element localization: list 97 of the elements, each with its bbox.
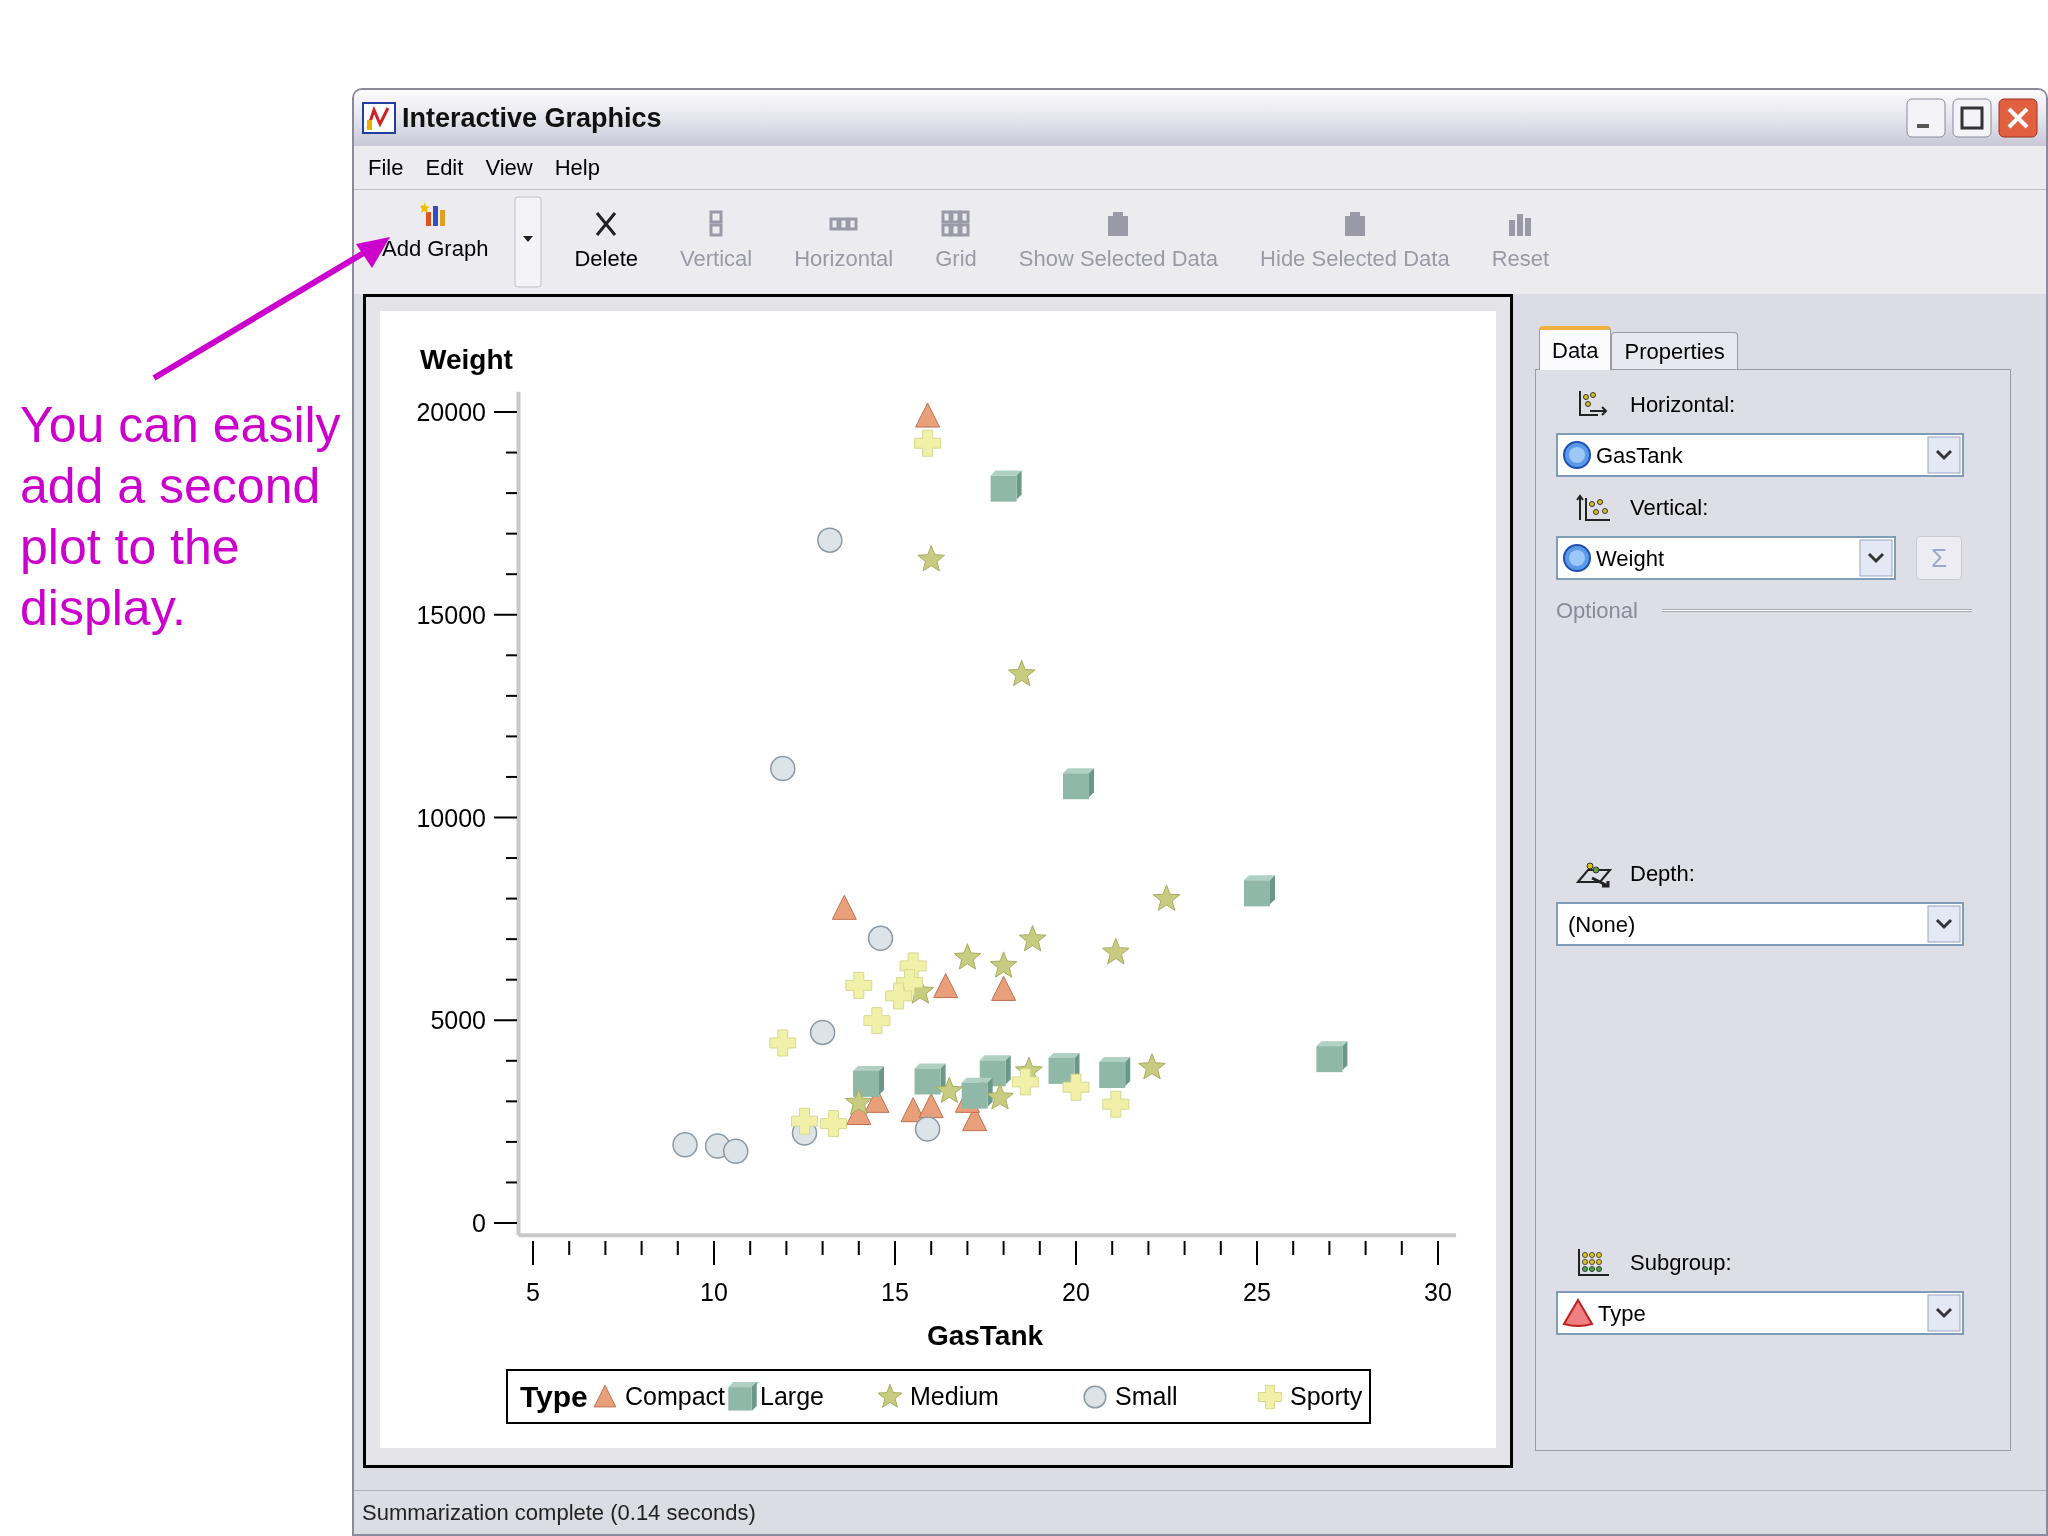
- data-point: [1152, 884, 1181, 911]
- cone-icon: [1562, 1298, 1594, 1328]
- data-point: [953, 943, 982, 970]
- menu-item[interactable]: Edit: [415, 151, 474, 184]
- field-label: Subgroup:: [1630, 1249, 1732, 1277]
- data-point: [722, 1138, 749, 1164]
- data-point: [1316, 1041, 1348, 1073]
- data-point: [1007, 659, 1036, 687]
- axis-tick-label: 15: [881, 1278, 909, 1306]
- data-point: [809, 1019, 836, 1046]
- field-label: Horizontal:: [1630, 391, 1736, 419]
- menu-item[interactable]: View: [475, 151, 543, 184]
- axis-tick-label: 30: [1424, 1278, 1452, 1306]
- toolbar-button[interactable]: Add Graph: [364, 196, 507, 288]
- axis-tick-label: 20000: [416, 398, 486, 426]
- axis-title: Weight: [420, 344, 513, 375]
- data-point: [769, 1029, 797, 1057]
- maximize-button[interactable]: [1952, 98, 1992, 138]
- sphere-icon: [1083, 1385, 1107, 1409]
- chevron-down-icon[interactable]: [1927, 436, 1961, 474]
- data-point: [961, 1077, 993, 1109]
- axis-tick-label: 15000: [416, 600, 486, 629]
- axis-title: GasTank: [926, 1320, 1044, 1351]
- minimize-button[interactable]: [1906, 98, 1946, 138]
- axis-tick-label: 25: [1243, 1278, 1271, 1306]
- data-point: [853, 1065, 885, 1097]
- data-point: [770, 755, 796, 782]
- data-point: [831, 894, 857, 920]
- axis-tick-label: 10: [700, 1278, 728, 1306]
- data-point: [914, 1063, 946, 1095]
- data-point: [791, 1107, 818, 1135]
- data-point: [933, 973, 959, 999]
- dropdown[interactable]: Type: [1556, 1291, 1964, 1335]
- data-point: [863, 1007, 891, 1035]
- axis-tick-label: 5: [526, 1278, 540, 1306]
- data-point: [1011, 1068, 1039, 1096]
- dropdown[interactable]: Weight: [1556, 536, 1896, 580]
- data-point: [819, 1110, 847, 1138]
- tab[interactable]: Data: [1539, 326, 1612, 370]
- tab[interactable]: Properties: [1611, 332, 1738, 370]
- data-point: [672, 1132, 698, 1158]
- data-point: [1102, 938, 1130, 965]
- data-point: [1048, 1052, 1080, 1084]
- numeric-icon: [1562, 543, 1592, 573]
- chevron-down-icon[interactable]: [1859, 539, 1893, 577]
- dot-grid-icon: [1576, 1246, 1612, 1279]
- legend-label: Sporty: [1290, 1382, 1363, 1410]
- data-point: [986, 1083, 1014, 1110]
- data-point: [885, 982, 913, 1010]
- data-point: [1102, 1090, 1130, 1118]
- toolbar-button[interactable]: Delete: [556, 205, 656, 279]
- data-point: [989, 951, 1018, 978]
- data-point: [991, 975, 1017, 1001]
- axis-tick-label: 0: [472, 1209, 486, 1237]
- data-point: [845, 971, 873, 999]
- data-point: [914, 1116, 941, 1142]
- data-point: [1099, 1056, 1131, 1088]
- menu-item[interactable]: File: [358, 151, 414, 184]
- star-icon: [877, 1383, 903, 1408]
- legend-label: Large: [760, 1382, 824, 1410]
- chevron-down-icon[interactable]: [1927, 905, 1961, 943]
- axis-tick-label: 10000: [416, 803, 486, 832]
- close-button[interactable]: [1998, 98, 2038, 138]
- data-point: [1138, 1053, 1166, 1080]
- axis-tick-label: 5000: [430, 1006, 486, 1035]
- numeric-icon: [1562, 440, 1592, 470]
- data-point: [867, 925, 894, 952]
- legend-label: Small: [1115, 1382, 1178, 1410]
- dropdown[interactable]: (None): [1556, 902, 1964, 946]
- triangle-icon: [593, 1384, 617, 1408]
- chevron-down-icon[interactable]: [1927, 1294, 1961, 1332]
- square-icon: [728, 1382, 760, 1412]
- section-label: Optional: [1556, 597, 1638, 625]
- field-label: Depth:: [1630, 860, 1695, 888]
- data-point: [918, 1093, 944, 1119]
- menu-item[interactable]: Help: [544, 151, 610, 184]
- data-point: [1063, 768, 1094, 800]
- app-icon: [362, 102, 396, 134]
- data-point: [1062, 1073, 1090, 1101]
- annotation-text: You can easily add a second plot to the display.: [20, 396, 342, 638]
- data-point: [845, 1088, 873, 1115]
- field-label: Vertical:: [1630, 494, 1709, 522]
- grid-icon: [941, 209, 971, 238]
- data-point: [1018, 925, 1047, 952]
- legend-label: Compact: [625, 1382, 726, 1410]
- axis-tick-label: 20: [1062, 1278, 1090, 1306]
- dropdown-value: GasTank: [1596, 441, 1683, 470]
- data-point: [1244, 875, 1275, 907]
- dropdown-value: Weight: [1596, 544, 1665, 573]
- dropdown-value: Type: [1598, 1299, 1646, 1328]
- plus-icon: [1257, 1384, 1283, 1410]
- dropdown[interactable]: GasTank: [1556, 433, 1964, 477]
- data-point: [935, 1076, 964, 1103]
- window-title: Interactive Graphics: [402, 101, 663, 135]
- legend-label: Medium: [910, 1382, 999, 1410]
- dropdown-value: (None): [1567, 910, 1636, 939]
- legend-title: Type: [520, 1380, 588, 1413]
